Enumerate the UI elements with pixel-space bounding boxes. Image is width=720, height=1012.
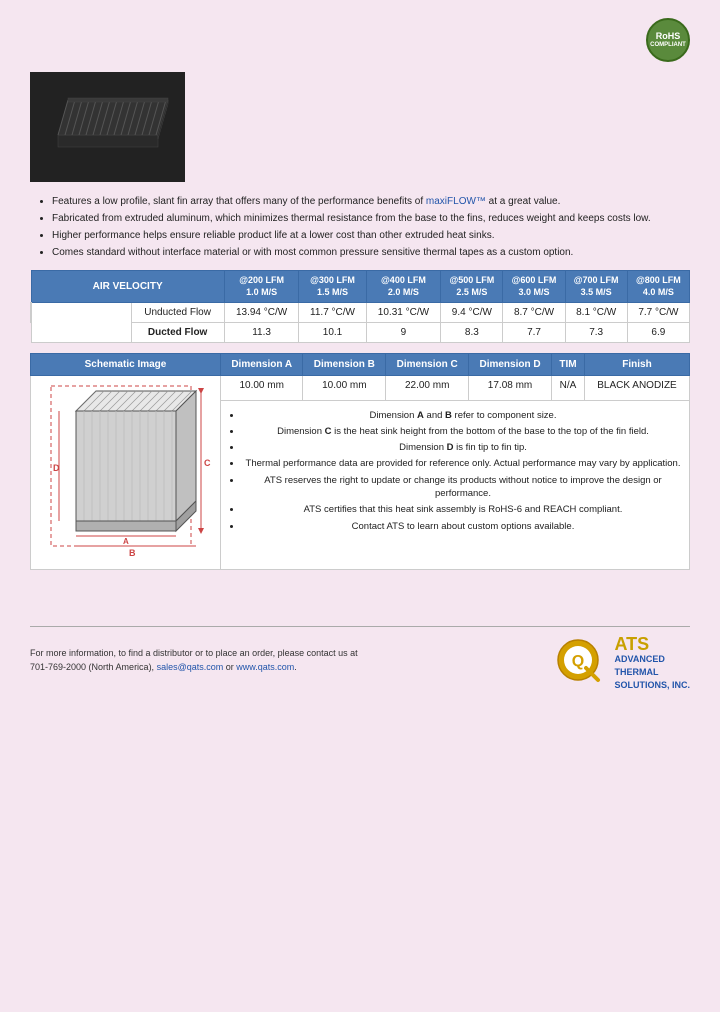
dim-a-header: Dimension A xyxy=(221,354,303,376)
thermal-table: AIR VELOCITY @200 LFM1.0 M/S @300 LFM1.5… xyxy=(30,270,690,343)
ducted-500: 8.3 xyxy=(441,323,503,343)
footer: For more information, to find a distribu… xyxy=(30,635,690,691)
footer-text-block: For more information, to find a distribu… xyxy=(30,647,358,679)
finish-header: Finish xyxy=(584,354,689,376)
ducted-400: 9 xyxy=(366,323,441,343)
list-item: Contact ATS to learn about custom option… xyxy=(242,520,684,533)
product-detail-section: Schematic Image Dimension A Dimension B … xyxy=(30,353,690,570)
unducted-400: 10.31 °C/W xyxy=(366,303,441,323)
ats-company-name: ADVANCEDTHERMALSOLUTIONS, INC. xyxy=(614,653,690,691)
air-velocity-header: AIR VELOCITY xyxy=(31,271,224,303)
ats-acronym: ATS xyxy=(614,635,690,653)
website-link[interactable]: www.qats.com xyxy=(236,662,294,672)
col-200lfm: @200 LFM1.0 M/S xyxy=(224,271,299,303)
schematic-cell: C B A D xyxy=(31,376,221,570)
product-image-block xyxy=(30,72,190,185)
col-600lfm: @600 LFM3.0 M/S xyxy=(503,271,565,303)
ducted-300: 10.1 xyxy=(299,323,366,343)
schematic-illustration: C B A D xyxy=(41,381,211,581)
list-item: Fabricated from extruded aluminum, which… xyxy=(52,212,690,226)
col-800lfm: @800 LFM4.0 M/S xyxy=(627,271,689,303)
col-500lfm: @500 LFM2.5 M/S xyxy=(441,271,503,303)
features-section: Features a low profile, slant fin array … xyxy=(30,195,690,260)
tim-header: TIM xyxy=(551,354,584,376)
header: RoHS COMPLIANT xyxy=(30,18,690,62)
tim-value: N/A xyxy=(551,376,584,400)
ducted-label: Ducted Flow xyxy=(131,323,224,343)
svg-text:A: A xyxy=(123,537,129,546)
dim-a-value: 10.00 mm xyxy=(221,376,303,400)
page: RoHS COMPLIANT xyxy=(0,0,720,1012)
thermal-performance-section: AIR VELOCITY @200 LFM1.0 M/S @300 LFM1.5… xyxy=(30,270,690,343)
thermal-resistance-label xyxy=(31,303,131,343)
unducted-500: 9.4 °C/W xyxy=(441,303,503,323)
notes-cell: Dimension A and B refer to component siz… xyxy=(221,400,690,570)
col-400lfm: @400 LFM2.0 M/S xyxy=(366,271,441,303)
footer-divider xyxy=(30,626,690,627)
dim-c-value: 22.00 mm xyxy=(386,376,469,400)
unducted-200: 13.94 °C/W xyxy=(224,303,299,323)
list-item: Thermal performance data are provided fo… xyxy=(242,457,684,470)
rohs-badge: RoHS COMPLIANT xyxy=(646,18,690,62)
contact-info: For more information, to find a distribu… xyxy=(30,647,358,674)
list-item: Higher performance helps ensure reliable… xyxy=(52,229,690,243)
unducted-600: 8.7 °C/W xyxy=(503,303,565,323)
dim-d-header: Dimension D xyxy=(469,354,552,376)
unducted-label: Unducted Flow xyxy=(131,303,224,323)
schematic-svg: C B A D xyxy=(41,381,211,561)
ducted-700: 7.3 xyxy=(565,323,627,343)
ducted-800: 6.9 xyxy=(627,323,689,343)
dim-b-header: Dimension B xyxy=(303,354,386,376)
list-item: ATS reserves the right to update or chan… xyxy=(242,474,684,501)
list-item: Dimension D is fin tip to fin tip. xyxy=(242,441,684,454)
table-row: Unducted Flow 13.94 °C/W 11.7 °C/W 10.31… xyxy=(31,303,690,323)
dim-b-value: 10.00 mm xyxy=(303,376,386,400)
features-list: Features a low profile, slant fin array … xyxy=(30,195,690,260)
maxiflow-link: maxiFLOW™ xyxy=(426,196,486,207)
product-info xyxy=(30,72,690,185)
heatsink-illustration xyxy=(38,80,178,175)
finish-value: BLACK ANODIZE xyxy=(584,376,689,400)
list-item: Dimension A and B refer to component siz… xyxy=(242,409,684,422)
col-300lfm: @300 LFM1.5 M/S xyxy=(299,271,366,303)
product-details-table xyxy=(210,72,690,185)
dim-d-value: 17.08 mm xyxy=(469,376,552,400)
list-item: Comes standard without interface materia… xyxy=(52,246,690,260)
dim-c-header: Dimension C xyxy=(386,354,469,376)
col-700lfm: @700 LFM3.5 M/S xyxy=(565,271,627,303)
list-item: ATS certifies that this heat sink assemb… xyxy=(242,503,684,516)
schematic-header: Schematic Image xyxy=(31,354,221,376)
ats-q-logo: Q xyxy=(556,638,606,688)
table-row: C B A D xyxy=(31,376,690,400)
ducted-600: 7.7 xyxy=(503,323,565,343)
unducted-700: 8.1 °C/W xyxy=(565,303,627,323)
svg-text:Q: Q xyxy=(572,653,584,670)
ats-logo: Q ATS ADVANCEDTHERMALSOLUTIONS, INC. xyxy=(556,635,690,691)
email-link[interactable]: sales@qats.com xyxy=(157,662,224,672)
list-item: Dimension C is the heat sink height from… xyxy=(242,425,684,438)
list-item: Features a low profile, slant fin array … xyxy=(52,195,690,209)
notes-list: Dimension A and B refer to component siz… xyxy=(226,409,684,533)
svg-text:C: C xyxy=(204,458,211,468)
product-image xyxy=(30,72,185,182)
unducted-800: 7.7 °C/W xyxy=(627,303,689,323)
ducted-200: 11.3 xyxy=(224,323,299,343)
ats-logo-text: ATS ADVANCEDTHERMALSOLUTIONS, INC. xyxy=(614,635,690,691)
product-detail-table: Schematic Image Dimension A Dimension B … xyxy=(30,353,690,570)
svg-text:B: B xyxy=(129,548,136,558)
unducted-300: 11.7 °C/W xyxy=(299,303,366,323)
